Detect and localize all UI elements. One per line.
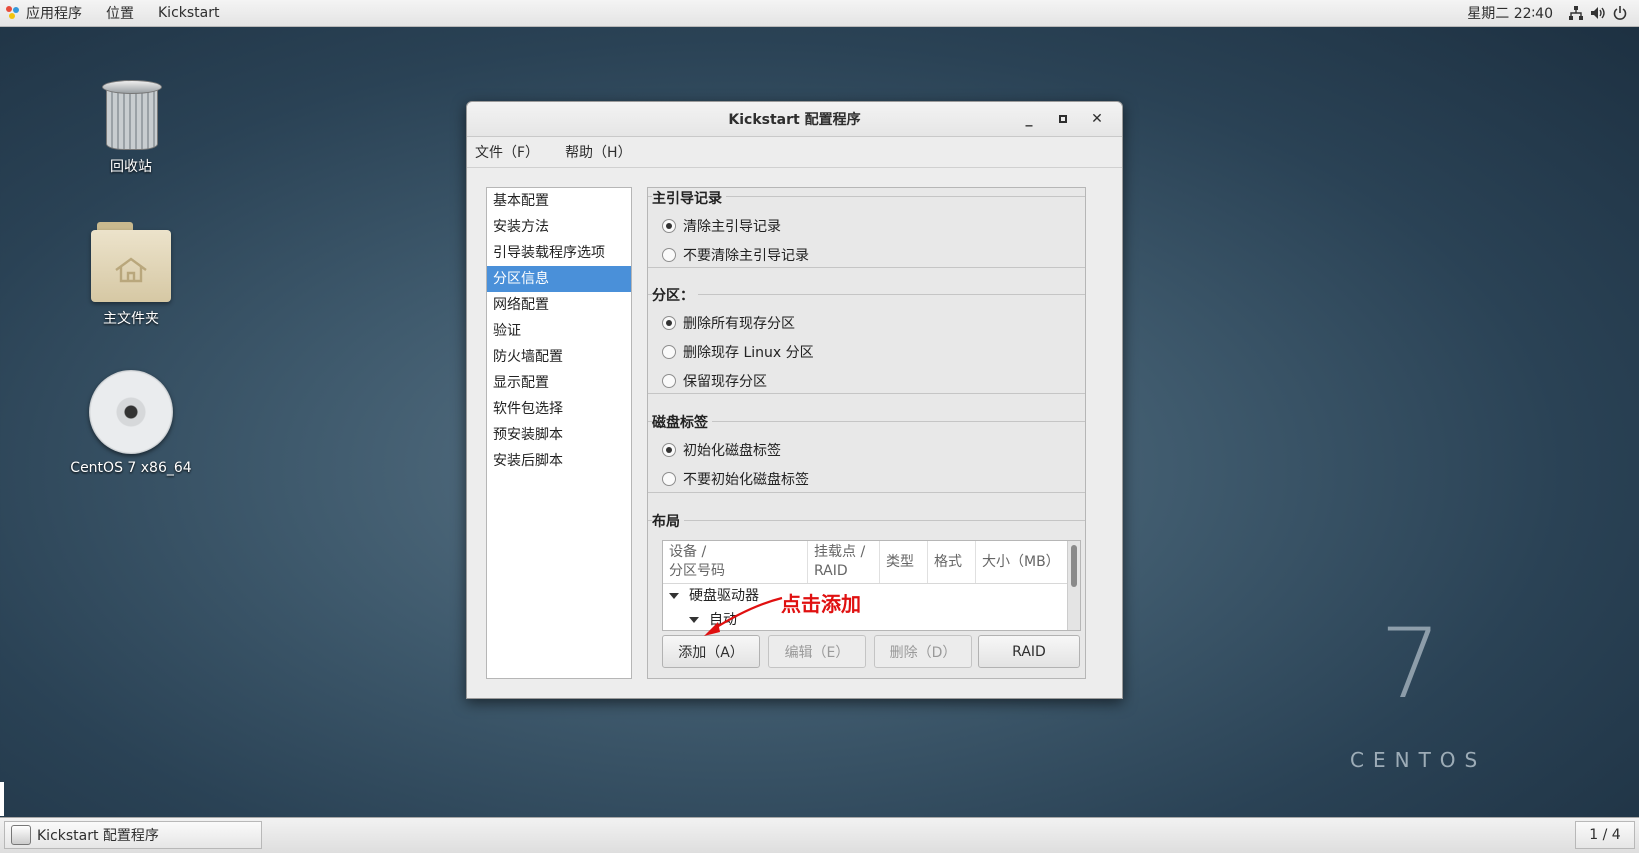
remove-all-partitions-radio[interactable]: 删除所有现存分区 [662, 313, 795, 333]
bottom-taskbar: Kickstart 配置程序 1 / 4 [0, 817, 1639, 853]
power-icon[interactable] [1609, 0, 1631, 26]
category-packages[interactable]: 软件包选择 [487, 396, 631, 422]
col-mount-line2: RAID [814, 563, 848, 579]
clock[interactable]: 星期二 22∶40 [1455, 3, 1565, 23]
volume-icon[interactable] [1587, 0, 1609, 26]
category-bootloader[interactable]: 引导装载程序选项 [487, 240, 631, 266]
category-network[interactable]: 网络配置 [487, 292, 631, 318]
left-edge-marker [0, 782, 4, 816]
col-format[interactable]: 格式 [928, 541, 976, 583]
home-folder-label: 主文件夹 [103, 311, 159, 327]
col-mount-line1: 挂载点 / [814, 544, 866, 560]
kickstart-app-icon [11, 825, 31, 845]
keep-partitions-label: 保留现存分区 [683, 374, 767, 390]
category-post-script[interactable]: 安装后脚本 [487, 448, 631, 474]
taskbar-task-label: Kickstart 配置程序 [37, 828, 159, 844]
radio-selected-icon [662, 443, 676, 457]
remove-all-label: 删除所有现存分区 [683, 316, 795, 332]
mbr-clear-label: 清除主引导记录 [683, 219, 781, 235]
no-init-disklabel-label: 不要初始化磁盘标签 [683, 472, 809, 488]
window-title: Kickstart 配置程序 [728, 112, 861, 128]
close-icon: ✕ [1091, 111, 1103, 127]
init-disklabel-radio[interactable]: 初始化磁盘标签 [662, 440, 781, 460]
expander-icon[interactable] [669, 593, 679, 599]
partitions-title: 分区： [652, 285, 698, 305]
centos-wordmark: CENTOS [1350, 748, 1487, 772]
desktop-trash[interactable]: 回收站 [66, 78, 196, 176]
category-install-method[interactable]: 安装方法 [487, 214, 631, 240]
col-device[interactable]: 设备 / 分区号码 [663, 541, 808, 583]
disklabel-title: 磁盘标签 [652, 412, 712, 432]
remove-linux-label: 删除现存 Linux 分区 [683, 345, 814, 361]
category-firewall[interactable]: 防火墙配置 [487, 344, 631, 370]
desktop-disc[interactable]: CentOS 7 x86_64 [66, 370, 196, 476]
category-partition-info[interactable]: 分区信息 [487, 266, 631, 292]
tree-scrollbar[interactable] [1067, 541, 1080, 630]
radio-selected-icon [662, 316, 676, 330]
maximize-icon [1059, 115, 1067, 123]
menubar: 文件（F） 帮助（H） [467, 137, 1122, 168]
col-size[interactable]: 大小（MB） [976, 541, 1068, 583]
annotation-arrow-icon [704, 596, 783, 636]
network-icon[interactable] [1565, 0, 1587, 26]
keep-partitions-radio[interactable]: 保留现存分区 [662, 371, 767, 391]
delete-button[interactable]: 删除（D） [874, 635, 972, 668]
category-auth[interactable]: 验证 [487, 318, 631, 344]
minimize-icon: _ [1025, 111, 1033, 127]
radio-unselected-icon [662, 374, 676, 388]
scrollbar-thumb[interactable] [1071, 545, 1077, 587]
home-folder-icon [91, 222, 171, 302]
places-menu[interactable]: 位置 [94, 0, 146, 26]
workspace-pager[interactable]: 1 / 4 [1575, 821, 1635, 849]
taskbar-kickstart-button[interactable]: Kickstart 配置程序 [4, 821, 262, 849]
category-basic-config[interactable]: 基本配置 [487, 188, 631, 214]
mbr-clear-radio[interactable]: 清除主引导记录 [662, 216, 781, 236]
radio-unselected-icon [662, 345, 676, 359]
remove-linux-partitions-radio[interactable]: 删除现存 Linux 分区 [662, 342, 814, 362]
radio-unselected-icon [662, 472, 676, 486]
maximize-button[interactable] [1046, 102, 1080, 136]
annotation-text: 点击添加 [781, 592, 861, 616]
no-init-disklabel-radio[interactable]: 不要初始化磁盘标签 [662, 469, 809, 489]
applications-menu[interactable]: 应用程序 [0, 0, 94, 26]
radio-unselected-icon [662, 248, 676, 262]
mbr-keep-radio[interactable]: 不要清除主引导记录 [662, 245, 809, 265]
disc-label: CentOS 7 x86_64 [70, 460, 192, 476]
mbr-keep-label: 不要清除主引导记录 [683, 248, 809, 264]
help-menu[interactable]: 帮助（H） [557, 142, 640, 162]
desktop-home-folder[interactable]: 主文件夹 [66, 222, 196, 328]
raid-button[interactable]: RAID [978, 635, 1080, 668]
category-pre-script[interactable]: 预安装脚本 [487, 422, 631, 448]
category-display[interactable]: 显示配置 [487, 370, 631, 396]
col-device-line1: 设备 / [669, 544, 707, 560]
minimize-button[interactable]: _ [1012, 102, 1046, 136]
window-titlebar[interactable]: Kickstart 配置程序 _ ✕ [467, 102, 1122, 137]
category-list: 基本配置 安装方法 引导装载程序选项 分区信息 网络配置 验证 防火墙配置 显示… [486, 187, 632, 679]
applications-label: 应用程序 [26, 6, 82, 22]
partition-tree-header: 设备 / 分区号码 挂载点 / RAID 类型 格式 大小（MB） [663, 541, 1080, 584]
top-panel: 应用程序 位置 Kickstart 星期二 22∶40 [0, 0, 1639, 27]
gnome-foot-icon [6, 6, 20, 20]
col-device-line2: 分区号码 [669, 563, 725, 579]
col-mount[interactable]: 挂载点 / RAID [808, 541, 880, 583]
col-type[interactable]: 类型 [880, 541, 928, 583]
centos-seven-logo: 7 [1380, 608, 1442, 720]
radio-selected-icon [662, 219, 676, 233]
close-button[interactable]: ✕ [1080, 102, 1114, 136]
trash-icon [102, 78, 162, 150]
optical-disc-icon [89, 370, 173, 454]
layout-title: 布局 [652, 511, 684, 531]
init-disklabel-label: 初始化磁盘标签 [683, 443, 781, 459]
file-menu[interactable]: 文件（F） [467, 142, 547, 162]
trash-label: 回收站 [110, 159, 152, 175]
mbr-title: 主引导记录 [652, 188, 726, 208]
active-app-menu[interactable]: Kickstart [146, 0, 231, 26]
